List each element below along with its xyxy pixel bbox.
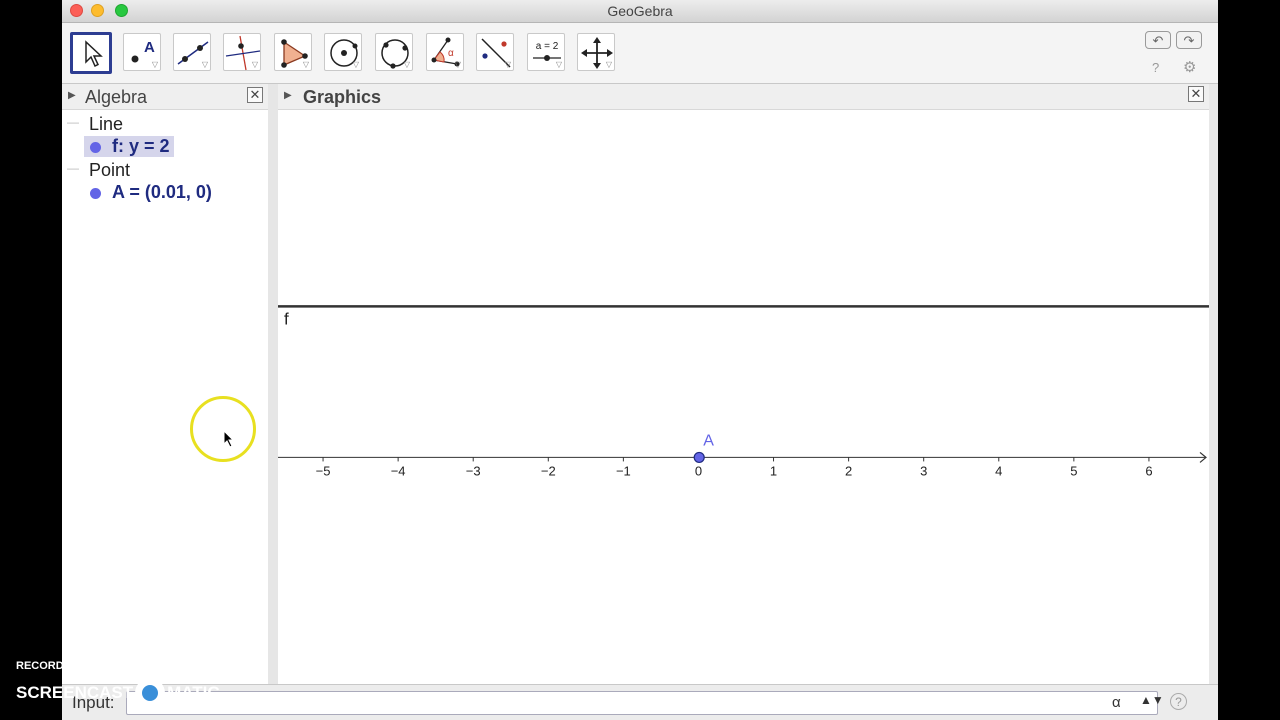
redo-icon: ↷ (1183, 33, 1195, 48)
angle-tool-alpha: α (448, 48, 454, 59)
x-tick-label: −5 (316, 463, 331, 478)
reflect-tool[interactable]: ▽ (476, 33, 514, 71)
geogebra-window: GeoGebra A ▽ ▽ ▽ ▽ ▽ ▽ α ▽ ▽ a = 2 ▽ ▽ ↶… (62, 0, 1218, 720)
gear-icon[interactable]: ⚙ (1183, 58, 1196, 76)
x-tick-label: 6 (1145, 463, 1152, 478)
undo-button[interactable]: ↶ (1145, 31, 1171, 49)
input-field[interactable] (126, 691, 1158, 715)
undo-icon: ↶ (1152, 33, 1164, 48)
x-tick-label: −2 (541, 463, 556, 478)
algebra-view-header: ▶ Algebra ✕ (62, 84, 268, 110)
x-tick-label: 5 (1070, 463, 1077, 478)
collapse-line-category-icon[interactable]: — (67, 115, 79, 129)
graphics-view-header: ▶ Graphics ✕ (278, 84, 1209, 110)
watermark-logo-text: SCREENCAST MATIC (16, 678, 220, 708)
redo-button[interactable]: ↷ (1176, 31, 1202, 49)
title-bar: GeoGebra (62, 0, 1218, 23)
polygon-tool[interactable]: ▽ (274, 33, 312, 71)
expand-arrow-icon[interactable]: ▶ (284, 90, 292, 101)
algebra-view-title: Algebra (85, 87, 148, 107)
x-tick-label: −4 (391, 463, 406, 478)
slider-tool[interactable]: a = 2 ▽ (527, 33, 565, 71)
point-tool-letter: A (144, 39, 155, 56)
algebra-item-text: A = (0.01, 0) (112, 182, 212, 202)
algebra-item-a[interactable]: A = (0.01, 0) (84, 182, 216, 203)
slider-tool-label: a = 2 (536, 41, 559, 52)
x-tick-label: 2 (845, 463, 852, 478)
point-tool[interactable]: A ▽ (123, 33, 161, 71)
graphics-canvas[interactable]: f −5 −4 −3 −2 −1 0 1 2 3 4 5 6 A (278, 110, 1209, 684)
tool-menu-triangle-icon: ▽ (302, 60, 309, 69)
screencast-logo-icon (135, 678, 166, 708)
help-icon[interactable]: ? (1152, 60, 1159, 75)
algebra-item-f[interactable]: f: y = 2 (84, 136, 174, 157)
line-tool[interactable]: ▽ (173, 33, 211, 71)
history-updown-icon[interactable]: ▲▼ (1140, 693, 1164, 707)
window-title: GeoGebra (607, 3, 673, 19)
tool-menu-triangle-icon: ▽ (605, 60, 612, 69)
close-graphics-view-button[interactable]: ✕ (1188, 86, 1204, 102)
click-highlight-ring (190, 396, 256, 462)
category-line[interactable]: Line (89, 114, 123, 135)
x-tick-label: 3 (920, 463, 927, 478)
move-graphics-view-tool[interactable]: ▽ (577, 33, 615, 71)
algebra-item-text: f: y = 2 (112, 136, 170, 156)
graphics-view-title: Graphics (303, 87, 382, 107)
visibility-toggle-icon[interactable] (90, 142, 101, 153)
tool-menu-triangle-icon: ▽ (555, 60, 562, 69)
cursor-arrow-icon (85, 40, 103, 68)
input-help-icon[interactable]: ? (1170, 693, 1187, 710)
visibility-toggle-icon[interactable] (90, 188, 101, 199)
x-axis-ticks: −5 −4 −3 −2 −1 0 1 2 3 4 5 6 (316, 457, 1153, 478)
point-a-label: A (703, 432, 714, 449)
watermark-left-text: SCREENCAST (16, 683, 134, 702)
x-tick-label: 0 (695, 463, 702, 478)
tool-menu-triangle-icon: ▽ (454, 60, 461, 69)
watermark-top-text: RECORDED WITH (16, 660, 111, 672)
point-a[interactable] (693, 451, 705, 464)
watermark-right-text: MATIC (167, 683, 220, 702)
tool-menu-triangle-icon: ▽ (251, 60, 258, 69)
perpendicular-line-tool[interactable]: ▽ (223, 33, 261, 71)
side-panel-strip[interactable] (1209, 84, 1218, 684)
expand-arrow-icon[interactable]: ▶ (68, 90, 76, 101)
category-point[interactable]: Point (89, 160, 130, 181)
move-tool[interactable] (70, 32, 112, 74)
angle-tool[interactable]: α ▽ (426, 33, 464, 71)
close-algebra-view-button[interactable]: ✕ (247, 87, 263, 103)
line-f-label: f (284, 309, 289, 328)
tool-menu-triangle-icon: ▽ (504, 60, 511, 69)
x-tick-label: −3 (466, 463, 481, 478)
tool-menu-triangle-icon: ▽ (201, 60, 208, 69)
x-tick-label: 1 (770, 463, 777, 478)
x-tick-label: −1 (616, 463, 631, 478)
tool-menu-triangle-icon: ▽ (151, 60, 158, 69)
x-tick-label: 4 (995, 463, 1002, 478)
collapse-point-category-icon[interactable]: — (67, 161, 79, 175)
circle-three-points-tool[interactable]: ▽ (375, 33, 413, 71)
tool-menu-triangle-icon: ▽ (403, 60, 410, 69)
symbol-alpha-button[interactable]: α (1112, 694, 1121, 711)
screencast-watermark: RECORDED WITH SCREENCAST MATIC (16, 660, 220, 708)
input-bar: Input: α ▲▼ ? (62, 684, 1218, 720)
mouse-pointer-icon (223, 430, 235, 448)
algebra-view: — Line f: y = 2 — Point A = (0.01, 0) (62, 110, 268, 684)
circle-center-point-tool[interactable]: ▽ (324, 33, 362, 71)
tool-menu-triangle-icon: ▽ (352, 60, 359, 69)
view-divider[interactable] (268, 84, 278, 684)
toolbar: A ▽ ▽ ▽ ▽ ▽ ▽ α ▽ ▽ a = 2 ▽ ▽ ↶ ↷ ? ⚙ (62, 23, 1218, 84)
